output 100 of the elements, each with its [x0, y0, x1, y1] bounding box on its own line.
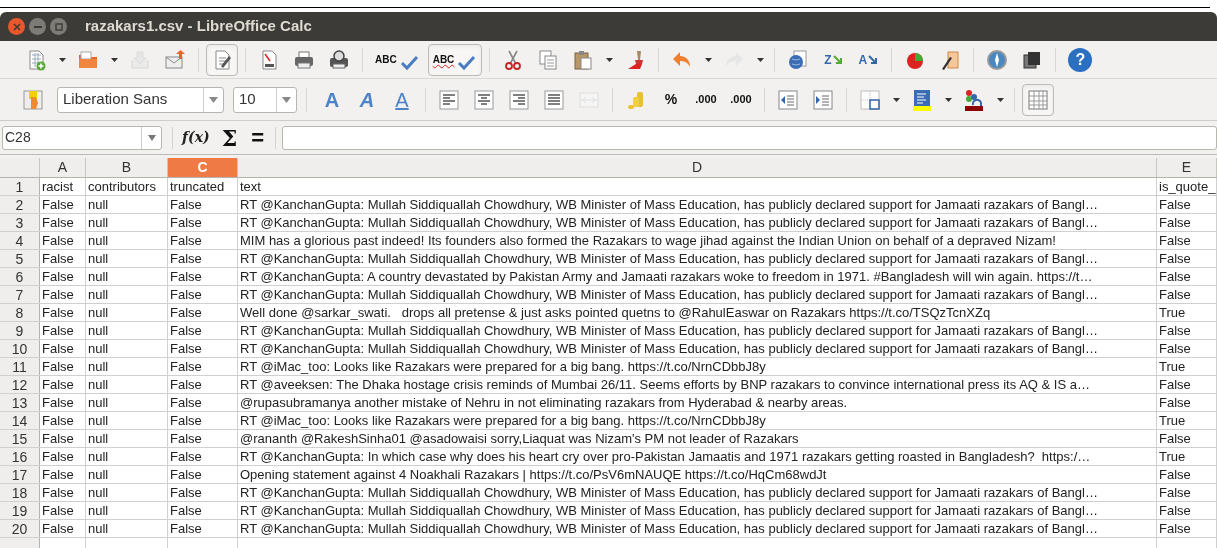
table-cell: False — [1159, 485, 1191, 500]
row-header[interactable]: 5 — [0, 250, 40, 267]
row-header[interactable]: 8 — [0, 304, 40, 321]
table-cell: null — [88, 233, 109, 248]
table-cell: False — [1159, 287, 1191, 302]
table-cell: null — [88, 503, 109, 518]
table-cell: False — [170, 449, 202, 464]
table-cell: False — [42, 215, 74, 230]
table-cell: False — [1159, 341, 1191, 356]
name-box[interactable]: C28 — [2, 125, 162, 150]
table-cell: False — [170, 485, 202, 500]
printer-icon — [293, 48, 315, 71]
row-header[interactable]: 19 — [0, 502, 40, 519]
table-cell: False — [1159, 251, 1191, 266]
hand-on-grid-icon — [22, 88, 44, 111]
table-cell: False — [42, 449, 74, 464]
table-cell: null — [88, 413, 109, 428]
caret-icon — [147, 134, 156, 141]
table-cell: null — [88, 521, 109, 536]
row-header[interactable]: 3 — [0, 214, 40, 231]
table-cell: RT @KanchanGupta: Mullah Siddiquallah Chowdhury, WB Minister of Mass Education, has publicly declared support for Jamaati razakars of Bangl… — [240, 323, 1098, 338]
row-header[interactable]: 2 — [0, 196, 40, 213]
maximize-icon — [54, 22, 63, 31]
table-cell: False — [170, 287, 202, 302]
row-header[interactable]: 14 — [0, 412, 40, 429]
down-arrow-icon — [868, 54, 879, 65]
add-decimal-button[interactable]: .000 — [690, 83, 722, 116]
function-wizard-button[interactable]: f(x) — [179, 127, 213, 148]
spellcheck-button[interactable]: ABC — [370, 43, 425, 76]
table-cell: False — [170, 233, 202, 248]
font-name-field[interactable]: Liberation Sans — [57, 86, 224, 113]
row-header[interactable]: 16 — [0, 448, 40, 465]
row-header[interactable]: 10 — [0, 340, 40, 357]
table-cell: RT @KanchanGupta: Mullah Siddiquallah Chowdhury, WB Minister of Mass Education, has publicly declared support for Jamaati razakars of Bangl… — [240, 503, 1098, 518]
table-cell: racist — [42, 179, 74, 194]
down-arrow-icon — [832, 54, 843, 65]
row-header[interactable]: 11 — [0, 358, 40, 375]
magnifier-printer-icon — [328, 48, 350, 71]
row-header[interactable]: 15 — [0, 430, 40, 447]
table-cell: null — [88, 485, 109, 500]
table-cell: False — [42, 467, 74, 482]
table-cell: RT @KanchanGupta: Mullah Siddiquallah Chowdhury, WB Minister of Mass Education, has publicly declared support for Jamaati razakars of Bangl… — [240, 341, 1098, 356]
table-cell: False — [42, 251, 74, 266]
table-cell: False — [170, 251, 202, 266]
table-cell: False — [42, 395, 74, 410]
table-cell: False — [1159, 431, 1191, 446]
column-header[interactable]: D — [238, 158, 1157, 177]
table-cell: False — [170, 323, 202, 338]
row-header[interactable]: 12 — [0, 376, 40, 393]
table-cell: False — [170, 197, 202, 212]
caret-icon — [110, 57, 118, 62]
edit-mode-button[interactable] — [206, 43, 238, 76]
table-cell: False — [42, 413, 74, 428]
table-cell: null — [88, 377, 109, 392]
table-cell: null — [88, 395, 109, 410]
input-field[interactable] — [282, 125, 1217, 150]
row-header[interactable]: 18 — [0, 484, 40, 501]
caret-icon — [892, 97, 900, 102]
table-cell: False — [42, 485, 74, 500]
table-cell: @rananth @RakeshSinha01 @asadowaisi sorry,Liaquat was Nizam's PM not leader of Razakars — [240, 431, 799, 446]
table-cell: RT @aveeksen: The Dhaka hostage crisis reminds of Mumbai 26/11. Seems efforts by BNP razakars to convince international press its AQ & IS a… — [240, 377, 1090, 392]
grid-lines-button[interactable] — [1022, 83, 1054, 116]
table-cell: False — [170, 269, 202, 284]
row-header[interactable]: 9 — [0, 322, 40, 339]
drawing-tools-icon — [939, 48, 962, 71]
row-header[interactable]: 7 — [0, 286, 40, 303]
table-cell: RT @KanchanGupta: In which case why does his heart cry over pro-Pakistan Jamaatis and 1971 razakars getting roasted in Bangladesh? https:/… — [240, 449, 1091, 464]
window-title: razakars1.csv - LibreOffice Calc — [85, 16, 312, 37]
row-header[interactable]: 4 — [0, 232, 40, 249]
table-cell: False — [1159, 395, 1191, 410]
caret-icon — [282, 96, 291, 103]
row-header[interactable]: 6 — [0, 268, 40, 285]
table-cell: False — [42, 197, 74, 212]
table-cell: False — [42, 323, 74, 338]
minimize-button[interactable] — [29, 18, 46, 35]
close-button[interactable] — [8, 18, 25, 35]
font-size-field[interactable]: 10 — [233, 86, 297, 113]
decrease-indent-icon — [777, 88, 799, 111]
row-header[interactable]: 1 — [0, 178, 40, 195]
column-header[interactable]: A — [40, 158, 86, 177]
percent-format-button[interactable]: % — [655, 83, 687, 116]
caret-icon — [996, 97, 1004, 102]
table-cell: null — [88, 359, 109, 374]
delete-decimal-button[interactable]: .000 — [725, 83, 757, 116]
sum-button[interactable]: Σ — [218, 126, 241, 149]
table-cell: Opening statement against 4 Noakhali Razakars | https://t.co/PsV6mNAUQE https://t.co/HqCm68wdJt — [240, 467, 827, 482]
sort-descending-button[interactable]: A — [852, 43, 885, 76]
maximize-button[interactable] — [50, 18, 67, 35]
sort-ascending-button[interactable]: Z — [817, 43, 850, 76]
row-header[interactable]: 20 — [0, 520, 40, 537]
clipboard-icon — [572, 48, 595, 71]
function-button[interactable]: = — [246, 126, 270, 149]
table-cell: @rupasubramanya another mistake of Nehru in not eliminating razakars from Hyderabad & nearby areas. — [240, 395, 848, 410]
table-cell: is_quote_ — [1159, 179, 1216, 194]
row-header[interactable]: 13 — [0, 394, 40, 411]
auto-spellcheck-button[interactable]: ABC — [427, 43, 483, 76]
column-header[interactable]: E — [1157, 158, 1217, 177]
align-center-icon — [473, 88, 495, 111]
increase-indent-icon — [812, 88, 834, 111]
row-header[interactable]: 17 — [0, 466, 40, 483]
